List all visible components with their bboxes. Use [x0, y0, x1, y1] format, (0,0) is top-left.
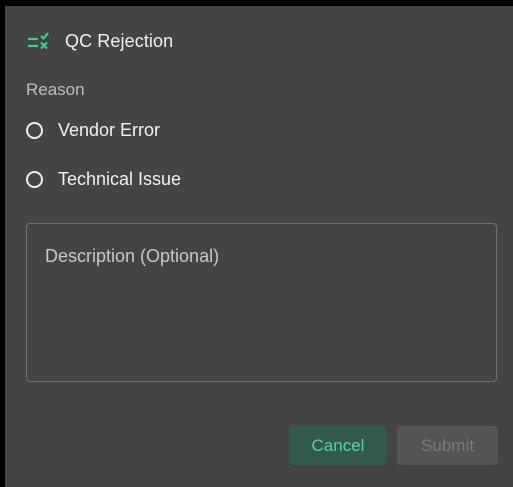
dialog-title: QC Rejection	[65, 30, 174, 51]
radio-vendor-error[interactable]: Vendor Error	[26, 117, 160, 143]
dialog-header: QC Rejection	[27, 28, 173, 54]
list-check-x-icon	[27, 30, 53, 52]
radio-circle-icon[interactable]	[26, 170, 43, 188]
radio-label-technical-issue: Technical Issue	[58, 168, 182, 189]
radio-circle-icon[interactable]	[26, 121, 43, 139]
reason-label: Reason	[26, 80, 85, 99]
cancel-button[interactable]: Cancel	[289, 426, 387, 465]
description-textarea[interactable]	[27, 224, 496, 381]
qc-rejection-dialog: QC Rejection Reason Vendor Error Technic…	[5, 6, 513, 487]
radio-technical-issue[interactable]: Technical Issue	[26, 166, 181, 192]
description-field[interactable]	[26, 223, 497, 382]
radio-label-vendor-error: Vendor Error	[58, 119, 161, 140]
submit-button[interactable]: Submit	[397, 426, 498, 465]
